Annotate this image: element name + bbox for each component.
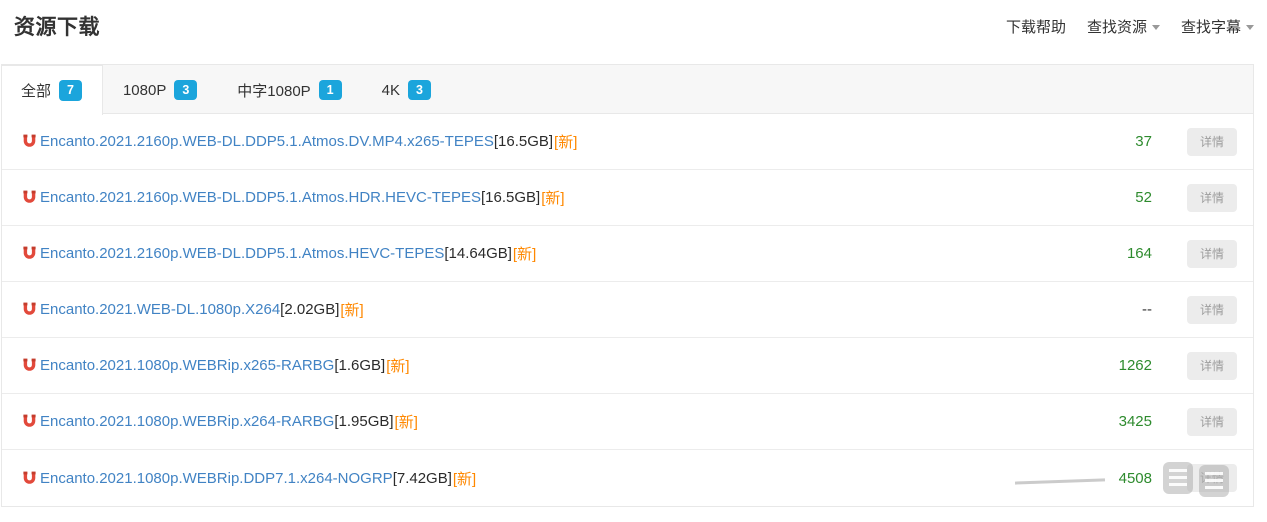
top-nav-link[interactable]: 下载帮助 xyxy=(1006,16,1066,37)
detail-button[interactable]: 详情 xyxy=(1187,464,1237,492)
resource-link[interactable]: Encanto.2021.1080p.WEBRip.DDP7.1.x264-NO… xyxy=(23,468,1072,489)
resource-row: Encanto.2021.2160p.WEB-DL.DDP5.1.Atmos.H… xyxy=(2,226,1253,282)
magnet-icon xyxy=(23,134,36,149)
page-title: 资源下载 xyxy=(14,11,100,41)
resource-name: Encanto.2021.1080p.WEBRip.DDP7.1.x264-NO… xyxy=(40,470,393,487)
detail-button[interactable]: 详情 xyxy=(1187,184,1237,212)
resource-size: [7.42GB] xyxy=(393,470,452,487)
resource-name: Encanto.2021.WEB-DL.1080p.X264 xyxy=(40,301,280,318)
detail-button[interactable]: 详情 xyxy=(1187,240,1237,268)
top-nav-label: 查找资源 xyxy=(1087,16,1147,37)
tab-count-badge: 3 xyxy=(408,80,431,101)
tab-count-badge: 7 xyxy=(59,80,82,101)
top-nav-link[interactable]: 查找资源 xyxy=(1087,16,1160,37)
magnet-icon xyxy=(23,302,36,317)
new-badge: [新] xyxy=(453,468,476,489)
seed-count: 52 xyxy=(1072,189,1152,206)
top-nav: 下载帮助 查找资源 查找字幕 xyxy=(985,11,1254,37)
resource-size: [2.02GB] xyxy=(280,301,339,318)
magnet-icon xyxy=(23,414,36,429)
detail-button[interactable]: 详情 xyxy=(1187,352,1237,380)
magnet-icon xyxy=(23,358,36,373)
top-nav-link[interactable]: 查找字幕 xyxy=(1181,16,1254,37)
resource-row: Encanto.2021.2160p.WEB-DL.DDP5.1.Atmos.D… xyxy=(2,114,1253,170)
resource-link[interactable]: Encanto.2021.2160p.WEB-DL.DDP5.1.Atmos.D… xyxy=(23,131,1072,152)
tab-count-badge: 3 xyxy=(174,80,197,101)
tab-item[interactable]: 4K 3 xyxy=(362,65,451,115)
tab-item[interactable]: 1080P 3 xyxy=(103,65,217,115)
chevron-down-icon xyxy=(1246,25,1254,30)
resource-name: Encanto.2021.1080p.WEBRip.x264-RARBG xyxy=(40,413,334,430)
resource-row: Encanto.2021.2160p.WEB-DL.DDP5.1.Atmos.H… xyxy=(2,170,1253,226)
detail-button[interactable]: 详情 xyxy=(1187,128,1237,156)
tabbar: 全部 7 1080P 3 中字1080P 1 4K 3 xyxy=(1,64,1254,114)
tab-label: 1080P xyxy=(123,82,166,99)
resource-row: Encanto.2021.1080p.WEBRip.x264-RARBG[1.9… xyxy=(2,394,1253,450)
seed-count: 3425 xyxy=(1072,413,1152,430)
detail-button[interactable]: 详情 xyxy=(1187,296,1237,324)
resource-size: [16.5GB] xyxy=(494,133,553,150)
tab-label: 4K xyxy=(382,82,400,99)
magnet-icon xyxy=(23,471,36,486)
resource-name: Encanto.2021.2160p.WEB-DL.DDP5.1.Atmos.D… xyxy=(40,133,494,150)
tab-label: 中字1080P xyxy=(237,80,310,101)
new-badge: [新] xyxy=(386,355,409,376)
resource-link[interactable]: Encanto.2021.2160p.WEB-DL.DDP5.1.Atmos.H… xyxy=(23,243,1072,264)
resource-name: Encanto.2021.2160p.WEB-DL.DDP5.1.Atmos.H… xyxy=(40,189,481,206)
tab-item[interactable]: 全部 7 xyxy=(1,64,103,115)
resource-link[interactable]: Encanto.2021.1080p.WEBRip.x265-RARBG[1.6… xyxy=(23,355,1072,376)
resource-row: Encanto.2021.1080p.WEBRip.x265-RARBG[1.6… xyxy=(2,338,1253,394)
resource-name: Encanto.2021.2160p.WEB-DL.DDP5.1.Atmos.H… xyxy=(40,245,444,262)
page-header: 资源下载 下载帮助 查找资源 查找字幕 xyxy=(0,0,1267,64)
top-nav-label: 下载帮助 xyxy=(1006,16,1066,37)
new-badge: [新] xyxy=(395,411,418,432)
resource-link[interactable]: Encanto.2021.1080p.WEBRip.x264-RARBG[1.9… xyxy=(23,411,1072,432)
magnet-icon xyxy=(23,190,36,205)
chevron-down-icon xyxy=(1152,25,1160,30)
download-panel: 全部 7 1080P 3 中字1080P 1 4K 3 Encanto.2021… xyxy=(1,64,1254,507)
resource-list: Encanto.2021.2160p.WEB-DL.DDP5.1.Atmos.D… xyxy=(1,114,1254,507)
resource-row: Encanto.2021.1080p.WEBRip.DDP7.1.x264-NO… xyxy=(2,450,1253,506)
tab-item[interactable]: 中字1080P 1 xyxy=(217,65,361,115)
seed-count: -- xyxy=(1072,301,1152,318)
seed-count: 4508 xyxy=(1072,470,1152,487)
top-nav-label: 查找字幕 xyxy=(1181,16,1241,37)
resource-link[interactable]: Encanto.2021.2160p.WEB-DL.DDP5.1.Atmos.H… xyxy=(23,187,1072,208)
resource-name: Encanto.2021.1080p.WEBRip.x265-RARBG xyxy=(40,357,334,374)
new-badge: [新] xyxy=(541,187,564,208)
new-badge: [新] xyxy=(554,131,577,152)
resource-row: Encanto.2021.WEB-DL.1080p.X264[2.02GB][新… xyxy=(2,282,1253,338)
new-badge: [新] xyxy=(340,299,363,320)
detail-button[interactable]: 详情 xyxy=(1187,408,1237,436)
magnet-icon xyxy=(23,246,36,261)
tab-count-badge: 1 xyxy=(319,80,342,101)
tab-label: 全部 xyxy=(21,80,51,101)
seed-count: 37 xyxy=(1072,133,1152,150)
resource-size: [16.5GB] xyxy=(481,189,540,206)
seed-count: 164 xyxy=(1072,245,1152,262)
resource-size: [1.95GB] xyxy=(334,413,393,430)
resource-size: [14.64GB] xyxy=(444,245,512,262)
resource-link[interactable]: Encanto.2021.WEB-DL.1080p.X264[2.02GB][新… xyxy=(23,299,1072,320)
resource-size: [1.6GB] xyxy=(334,357,385,374)
new-badge: [新] xyxy=(513,243,536,264)
seed-count: 1262 xyxy=(1072,357,1152,374)
